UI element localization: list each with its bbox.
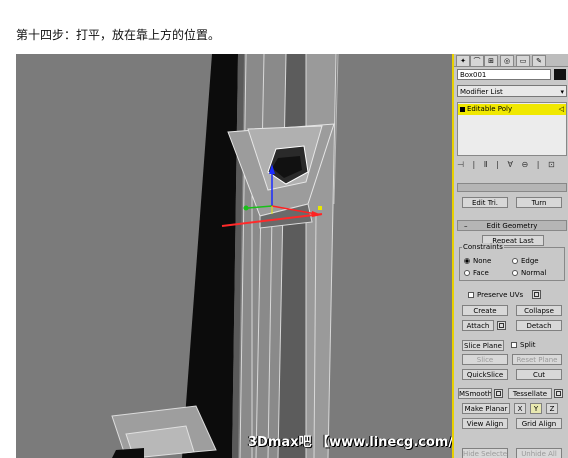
make-unique-icon[interactable]: ∀ [507, 160, 515, 169]
configure-sets-icon[interactable]: ⊡ [548, 160, 558, 169]
create-tab-icon[interactable]: ✦ [456, 55, 470, 67]
max-screenshot: 3Dmax吧 【www.linecg.com/tieba/1771】 ✦ ⌒ ⊞… [16, 54, 568, 458]
reset-plane-button[interactable]: Reset Plane [512, 354, 562, 365]
motion-tab-icon[interactable]: ◎ [500, 55, 514, 67]
detach-button[interactable]: Detach [516, 320, 562, 331]
constraint-face-radio[interactable]: Face [464, 269, 489, 277]
split-checkbox[interactable]: Split [511, 341, 536, 349]
edit-geometry-rollout-header[interactable]: – Edit Geometry [457, 220, 567, 231]
tessellate-button[interactable]: Tessellate [508, 388, 552, 399]
constraint-edge-label: Edge [521, 257, 539, 265]
preserve-uvs-label: Preserve UVs [477, 291, 524, 299]
show-end-result-icon[interactable]: Ⅱ [484, 160, 491, 169]
utilities-tab-icon[interactable]: ✎ [532, 55, 546, 67]
modifier-stack: Editable Poly ◁ [457, 102, 567, 156]
unhide-all-button[interactable]: Unhide All [516, 448, 562, 458]
object-name-field[interactable]: Box001 [457, 69, 551, 80]
rollout-separator [457, 183, 567, 192]
grid-align-button[interactable]: Grid Align [516, 418, 562, 429]
edit-geometry-title: Edit Geometry [486, 222, 538, 230]
hide-selected-button[interactable]: Hide Selected [462, 448, 508, 458]
constraint-normal-label: Normal [521, 269, 547, 277]
display-tab-icon[interactable]: ▭ [516, 55, 530, 67]
constraint-normal-radio[interactable]: Normal [512, 269, 546, 277]
command-panel-tabs: ✦ ⌒ ⊞ ◎ ▭ ✎ [454, 54, 568, 67]
modifier-list-dropdown[interactable]: Modifier List ▾ [457, 85, 567, 97]
perspective-viewport[interactable]: 3Dmax吧 【www.linecg.com/tieba/1771】 [16, 54, 452, 458]
constraint-face-label: Face [473, 269, 489, 277]
modify-tab-icon[interactable]: ⌒ [470, 55, 484, 67]
edit-tri-button[interactable]: Edit Tri. [462, 197, 508, 208]
radio-icon [512, 258, 518, 264]
create-button[interactable]: Create [462, 305, 508, 316]
pin-stack-icon[interactable]: ⊣ [457, 160, 467, 169]
stack-toolbar: ⊣ | Ⅱ | ∀ ⊖ | ⊡ [457, 160, 558, 169]
hierarchy-tab-icon[interactable]: ⊞ [484, 55, 498, 67]
make-planar-x-button[interactable]: X [514, 403, 526, 414]
dropdown-arrow-icon: ▾ [560, 88, 564, 96]
quickslice-button[interactable]: QuickSlice [462, 369, 508, 380]
viewport-geometry [16, 54, 452, 458]
triangle-icon: ◁ [558, 105, 564, 113]
stack-item-editable-poly[interactable]: Editable Poly ◁ [458, 104, 566, 115]
preserve-uvs-settings-icon[interactable] [532, 290, 541, 299]
msmooth-settings-icon[interactable] [494, 389, 503, 398]
stack-item-label: Editable Poly [467, 105, 513, 113]
constraint-edge-radio[interactable]: Edge [512, 257, 539, 265]
make-planar-y-button[interactable]: Y [530, 403, 542, 414]
command-panel: ✦ ⌒ ⊞ ◎ ▭ ✎ Box001 Modifier List ▾ Edita… [452, 54, 568, 458]
radio-icon [512, 270, 518, 276]
remove-modifier-icon[interactable]: ⊖ [522, 160, 532, 169]
radio-icon [464, 270, 470, 276]
cut-button[interactable]: Cut [516, 369, 562, 380]
make-planar-button[interactable]: Make Planar [462, 403, 510, 414]
expand-icon[interactable] [460, 107, 465, 112]
slice-plane-button[interactable]: Slice Plane [462, 340, 504, 351]
turn-button[interactable]: Turn [516, 197, 562, 208]
constraint-none-radio[interactable]: None [464, 257, 491, 265]
radio-selected-icon [464, 258, 470, 264]
constraints-label: Constraints [462, 243, 504, 251]
collapse-minus-icon: – [464, 222, 468, 230]
split-label: Split [520, 341, 536, 349]
attach-settings-icon[interactable] [497, 321, 506, 330]
preserve-uvs-checkbox[interactable]: Preserve UVs [468, 291, 523, 299]
view-align-button[interactable]: View Align [462, 418, 508, 429]
checkbox-icon [511, 342, 517, 348]
slice-button[interactable]: Slice [462, 354, 508, 365]
msmooth-button[interactable]: MSmooth [458, 388, 492, 399]
constraint-none-label: None [473, 257, 492, 265]
modifier-list-label: Modifier List [460, 88, 503, 96]
collapse-button[interactable]: Collapse [516, 305, 562, 316]
step-caption: 第十四步：打平，放在靠上方的位置。 [16, 28, 221, 42]
attach-button[interactable]: Attach [462, 320, 494, 331]
watermark-text: 3Dmax吧 【www.linecg.com/tieba/1771】 [248, 435, 452, 450]
object-color-swatch[interactable] [554, 69, 566, 80]
make-planar-z-button[interactable]: Z [546, 403, 558, 414]
checkbox-icon [468, 292, 474, 298]
tessellate-settings-icon[interactable] [554, 389, 563, 398]
